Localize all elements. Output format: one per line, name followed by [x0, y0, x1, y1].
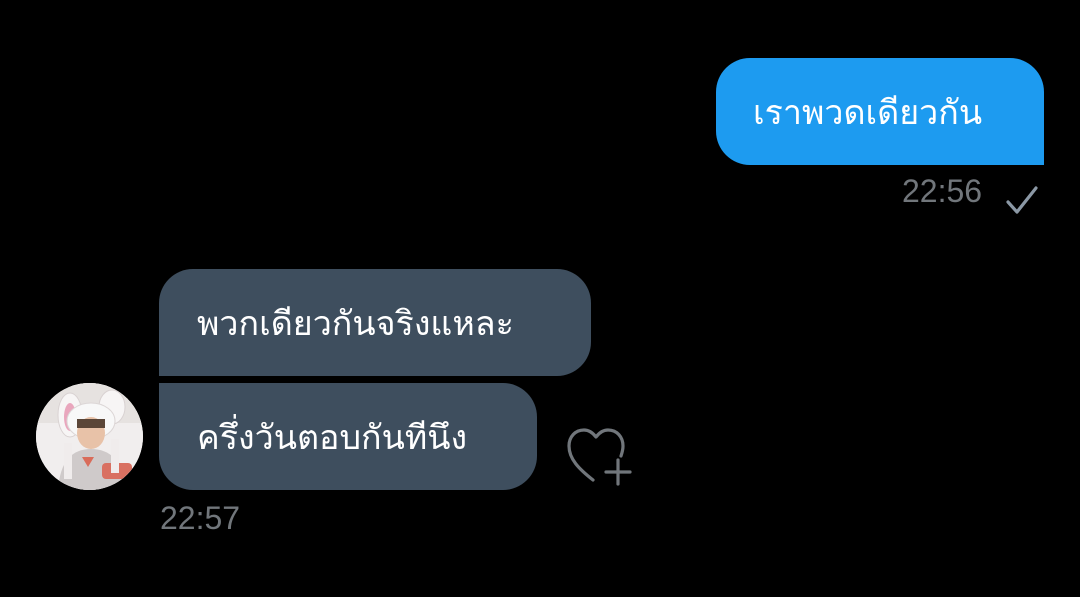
incoming-message-text: ครึ่งวันตอบกันทีนึง: [197, 417, 468, 458]
incoming-message-time: 22:57: [160, 500, 241, 536]
incoming-message-text: พวกเดียวกันจริงแหละ: [197, 303, 514, 344]
checkmark-icon: [1006, 186, 1038, 214]
outgoing-message-bubble[interactable]: เราพวดเดียวกัน: [716, 58, 1044, 165]
heart-plus-icon[interactable]: [563, 424, 635, 490]
avatar-image: [36, 383, 143, 490]
outgoing-message-text: เราพวดเดียวกัน: [753, 92, 983, 133]
incoming-message-bubble[interactable]: พวกเดียวกันจริงแหละ: [159, 269, 591, 376]
avatar[interactable]: [36, 383, 143, 490]
incoming-message-bubble[interactable]: ครึ่งวันตอบกันทีนึง: [159, 383, 537, 490]
outgoing-message-time: 22:56: [902, 173, 983, 209]
